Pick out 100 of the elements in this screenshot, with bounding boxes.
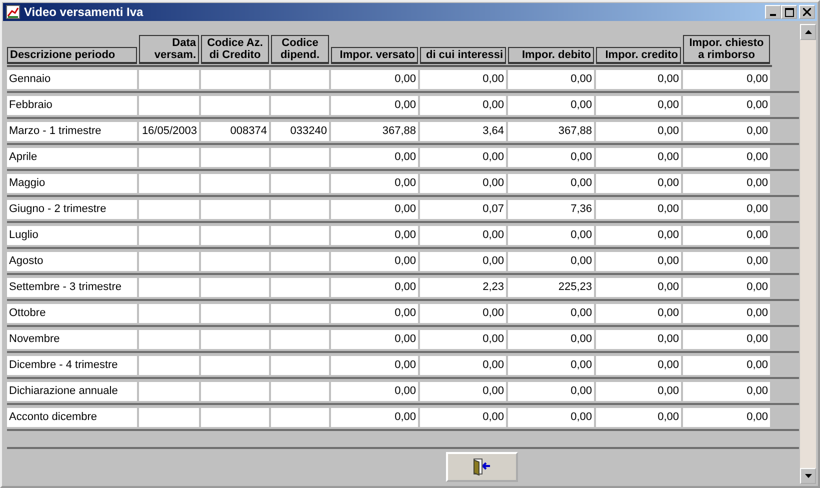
table-cell [139, 304, 199, 322]
table-cell: 0,00 [508, 304, 594, 322]
table-cell: Marzo - 1 trimestre [7, 122, 137, 140]
table-cell [139, 148, 199, 166]
column-header: Impor. versato [331, 47, 418, 64]
table-cell: Aprile [7, 148, 137, 166]
column-header: Codice dipend. [271, 35, 329, 64]
table-cell: 0,00 [331, 96, 418, 114]
table-cell: 0,00 [596, 382, 681, 400]
table-cell: 008374 [201, 122, 269, 140]
table-cell: 0,00 [331, 174, 418, 192]
table-cell: 0,00 [508, 356, 594, 374]
column-header: Impor. debito [508, 47, 594, 64]
table-cell: 0,00 [420, 70, 506, 88]
chart-icon [6, 5, 20, 19]
table-cell: 0,00 [683, 356, 770, 374]
table-cell [271, 382, 329, 400]
table-cell: 0,00 [596, 96, 681, 114]
column-header: Descrizione periodo [7, 47, 137, 64]
table-cell: 0,00 [420, 96, 506, 114]
column-header: Impor. chiesto a rimborso [683, 35, 770, 64]
table-cell: 0,00 [331, 408, 418, 426]
table-cell: 0,00 [683, 96, 770, 114]
table-cell: 0,00 [596, 304, 681, 322]
table-cell: 0,00 [508, 70, 594, 88]
table-cell: 0,00 [508, 252, 594, 270]
table-cell: 0,00 [331, 226, 418, 244]
scrollbar[interactable] [800, 24, 816, 484]
close-button[interactable] [799, 5, 815, 19]
table-cell [201, 148, 269, 166]
table-cell [201, 356, 269, 374]
table-cell: 2,23 [420, 278, 506, 296]
column-header: di cui interessi [420, 47, 506, 64]
close-icon [803, 8, 811, 16]
minimize-button[interactable] [765, 5, 781, 19]
table-cell: Agosto [7, 252, 137, 270]
table-cell [271, 174, 329, 192]
door-exit-icon [472, 458, 492, 476]
table-cell: 0,00 [420, 330, 506, 348]
table-cell: 0,00 [420, 304, 506, 322]
table-cell [139, 252, 199, 270]
table-cell [271, 200, 329, 218]
column-header: Codice Az. di Credito [201, 35, 269, 64]
table-cell: 0,00 [683, 122, 770, 140]
table-cell [271, 408, 329, 426]
table-cell [139, 174, 199, 192]
table-cell [271, 278, 329, 296]
table-cell [201, 174, 269, 192]
down-arrow-icon [804, 474, 812, 478]
table-cell: 0,00 [331, 304, 418, 322]
table-cell: 367,88 [508, 122, 594, 140]
table-cell: 0,00 [331, 200, 418, 218]
table-cell [201, 304, 269, 322]
table-cell: 225,23 [508, 278, 594, 296]
table-cell: 0,00 [596, 174, 681, 192]
table-cell: 0,00 [683, 148, 770, 166]
table-cell: 0,00 [420, 252, 506, 270]
table-cell [201, 408, 269, 426]
table-cell: 033240 [271, 122, 329, 140]
table-cell: 0,00 [508, 96, 594, 114]
table-cell: Settembre - 3 trimestre [7, 278, 137, 296]
table-cell: 367,88 [331, 122, 418, 140]
exit-button[interactable] [446, 452, 518, 482]
table-cell [201, 96, 269, 114]
table-cell: 0,00 [596, 252, 681, 270]
table-cell [201, 70, 269, 88]
table-cell: 0,00 [331, 70, 418, 88]
table-cell [139, 278, 199, 296]
table-cell: Novembre [7, 330, 137, 348]
table-cell: Giugno - 2 trimestre [7, 200, 137, 218]
scroll-down-button[interactable] [800, 468, 816, 484]
table-cell [139, 200, 199, 218]
table-cell: Acconto dicembre [7, 408, 137, 426]
table-cell: 0,00 [596, 356, 681, 374]
table-cell: 0,00 [683, 330, 770, 348]
table-cell: 0,00 [596, 226, 681, 244]
table-cell [139, 356, 199, 374]
table-cell: 0,00 [683, 226, 770, 244]
table-cell [271, 96, 329, 114]
up-arrow-icon [804, 30, 812, 34]
table-cell: 0,00 [596, 330, 681, 348]
table-cell: 0,00 [420, 174, 506, 192]
column-header: Impor. credito [596, 47, 681, 64]
table-cell: Dicembre - 4 trimestre [7, 356, 137, 374]
table-cell: 7,36 [508, 200, 594, 218]
table-cell: Ottobre [7, 304, 137, 322]
scroll-up-button[interactable] [800, 24, 816, 40]
table-cell [271, 226, 329, 244]
table-cell: Gennaio [7, 70, 137, 88]
table-cell: 0,00 [420, 382, 506, 400]
maximize-button[interactable] [781, 5, 797, 19]
table-cell: 0,00 [508, 148, 594, 166]
table-cell: 0,00 [596, 278, 681, 296]
table-cell: 0,00 [420, 226, 506, 244]
table-cell [139, 226, 199, 244]
table-cell [201, 278, 269, 296]
table-cell: 0,00 [420, 356, 506, 374]
table-cell [201, 200, 269, 218]
table-cell [271, 252, 329, 270]
table-cell [139, 70, 199, 88]
